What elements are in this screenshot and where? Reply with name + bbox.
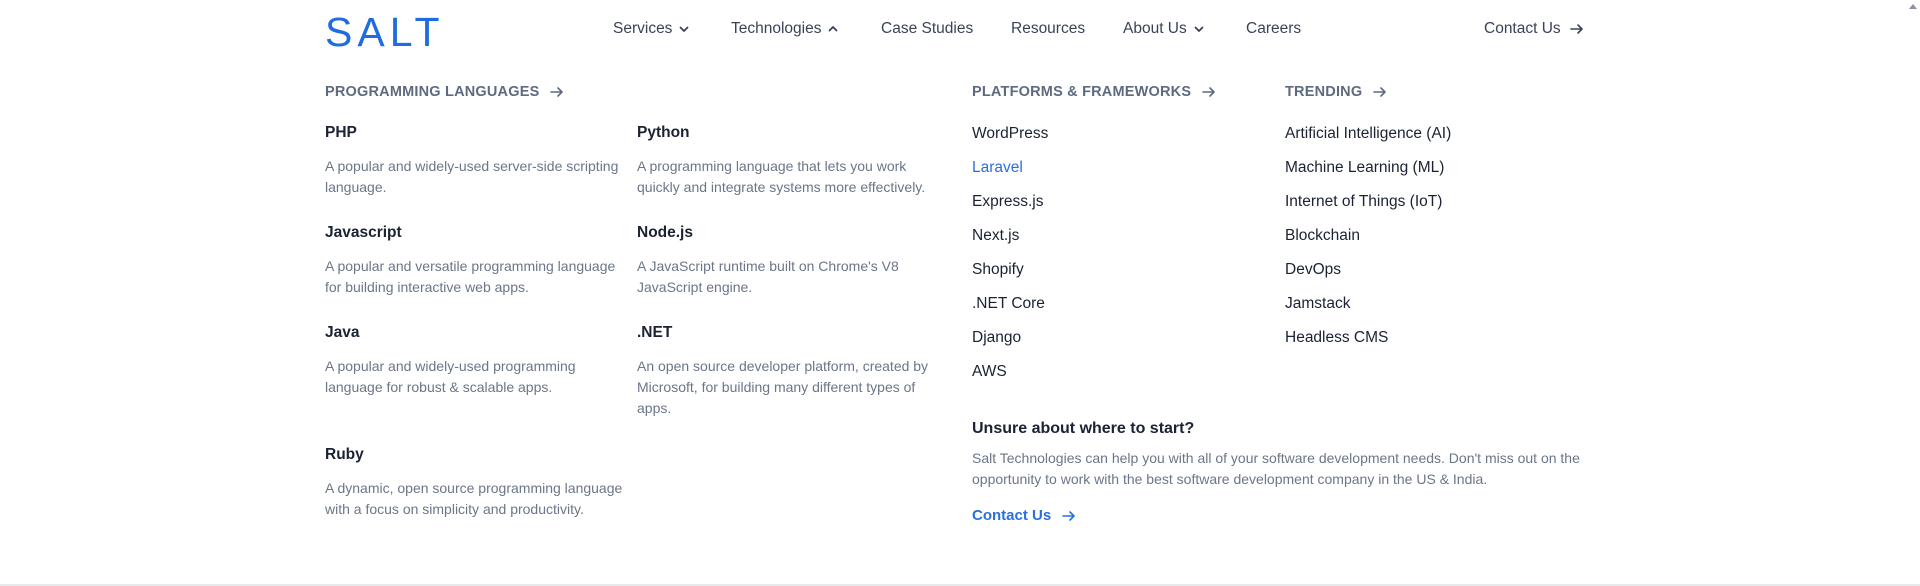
- scroll-up-arrow-icon[interactable]: [1908, 2, 1918, 10]
- trending-title: TRENDING: [1285, 84, 1363, 100]
- nav-about-us-label: About Us: [1123, 20, 1187, 37]
- lang-name[interactable]: Python: [637, 124, 937, 142]
- contact-us-menu-label: Contact Us: [972, 507, 1052, 524]
- site-header: SALT Services Technologies Case Studies …: [0, 0, 1920, 62]
- chevron-down-icon: [1193, 23, 1205, 35]
- platforms-list: WordPress Laravel Express.js Next.js Sho…: [972, 124, 1048, 396]
- platform-item-aws[interactable]: AWS: [972, 362, 1048, 396]
- arrow-right-icon: [1061, 509, 1077, 523]
- arrow-right-icon: [1372, 85, 1388, 99]
- arrow-right-icon: [549, 85, 565, 99]
- lang-name[interactable]: Javascript: [325, 224, 625, 242]
- trending-item-blockchain[interactable]: Blockchain: [1285, 226, 1451, 260]
- lang-java[interactable]: Java A popular and widely-used programmi…: [325, 324, 625, 398]
- nav-case-studies-label: Case Studies: [881, 20, 974, 37]
- lang-name[interactable]: Node.js: [637, 224, 937, 242]
- platform-item-shopify[interactable]: Shopify: [972, 260, 1048, 294]
- unsure-heading: Unsure about where to start?: [972, 420, 1195, 437]
- trending-item-devops[interactable]: DevOps: [1285, 260, 1451, 294]
- contact-us-header-link[interactable]: Contact Us: [1484, 20, 1585, 38]
- platform-item-nextjs[interactable]: Next.js: [972, 226, 1048, 260]
- nav-resources-label: Resources: [1011, 20, 1086, 37]
- lang-description: A popular and widely-used server-side sc…: [325, 158, 619, 195]
- trending-item-ml[interactable]: Machine Learning (ML): [1285, 158, 1451, 192]
- arrow-right-icon: [1569, 22, 1585, 36]
- contact-us-header-label: Contact Us: [1484, 20, 1561, 37]
- salt-logo[interactable]: SALT: [325, 12, 445, 53]
- programming-languages-heading[interactable]: PROGRAMMING LANGUAGES: [325, 84, 565, 100]
- platform-item-django[interactable]: Django: [972, 328, 1048, 362]
- nav-technologies[interactable]: Technologies: [731, 20, 839, 38]
- arrow-right-icon: [1201, 85, 1217, 99]
- lang-nodejs[interactable]: Node.js A JavaScript runtime built on Ch…: [637, 224, 937, 298]
- programming-languages-title: PROGRAMMING LANGUAGES: [325, 84, 540, 100]
- platform-item-expressjs[interactable]: Express.js: [972, 192, 1048, 226]
- platform-item-wordpress[interactable]: WordPress: [972, 124, 1048, 158]
- nav-services[interactable]: Services: [613, 20, 690, 38]
- nav-careers[interactable]: Careers: [1246, 20, 1301, 38]
- nav-resources[interactable]: Resources: [1011, 20, 1085, 38]
- lang-description: A popular and widely-used programming la…: [325, 358, 576, 395]
- lang-description: A programming language that lets you wor…: [637, 158, 926, 195]
- platforms-frameworks-heading[interactable]: PLATFORMS & FRAMEWORKS: [972, 84, 1217, 100]
- lang-description: A popular and versatile programming lang…: [325, 258, 616, 295]
- nav-careers-label: Careers: [1246, 20, 1302, 37]
- lang-name[interactable]: Java: [325, 324, 625, 342]
- nav-technologies-label: Technologies: [731, 20, 822, 37]
- lang-name[interactable]: .NET: [637, 324, 937, 342]
- lang-php[interactable]: PHP A popular and widely-used server-sid…: [325, 124, 625, 198]
- lang-dotnet[interactable]: .NET An open source developer platform, …: [637, 324, 937, 419]
- contact-us-menu-link[interactable]: Contact Us: [972, 507, 1077, 524]
- nav-case-studies[interactable]: Case Studies: [881, 20, 973, 38]
- trending-list: Artificial Intelligence (AI) Machine Lea…: [1285, 124, 1451, 362]
- unsure-description: Salt Technologies can help you with all …: [972, 450, 1580, 487]
- lang-description: A JavaScript runtime built on Chrome's V…: [637, 258, 899, 295]
- lang-javascript[interactable]: Javascript A popular and versatile progr…: [325, 224, 625, 298]
- platform-item-dotnet-core[interactable]: .NET Core: [972, 294, 1048, 328]
- trending-item-ai[interactable]: Artificial Intelligence (AI): [1285, 124, 1451, 158]
- platforms-frameworks-title: PLATFORMS & FRAMEWORKS: [972, 84, 1192, 100]
- lang-description: An open source developer platform, creat…: [637, 358, 929, 416]
- trending-item-iot[interactable]: Internet of Things (IoT): [1285, 192, 1451, 226]
- lang-ruby[interactable]: Ruby A dynamic, open source programming …: [325, 446, 625, 520]
- chevron-up-icon: [827, 23, 839, 35]
- trending-item-headless-cms[interactable]: Headless CMS: [1285, 328, 1451, 362]
- lang-name[interactable]: PHP: [325, 124, 625, 142]
- nav-about-us[interactable]: About Us: [1123, 20, 1205, 38]
- trending-heading[interactable]: TRENDING: [1285, 84, 1388, 100]
- lang-name[interactable]: Ruby: [325, 446, 625, 464]
- platform-item-laravel[interactable]: Laravel: [972, 158, 1048, 192]
- chevron-down-icon: [678, 23, 690, 35]
- nav-services-label: Services: [613, 20, 673, 37]
- lang-python[interactable]: Python A programming language that lets …: [637, 124, 937, 198]
- lang-description: A dynamic, open source programming langu…: [325, 480, 623, 517]
- trending-item-jamstack[interactable]: Jamstack: [1285, 294, 1451, 328]
